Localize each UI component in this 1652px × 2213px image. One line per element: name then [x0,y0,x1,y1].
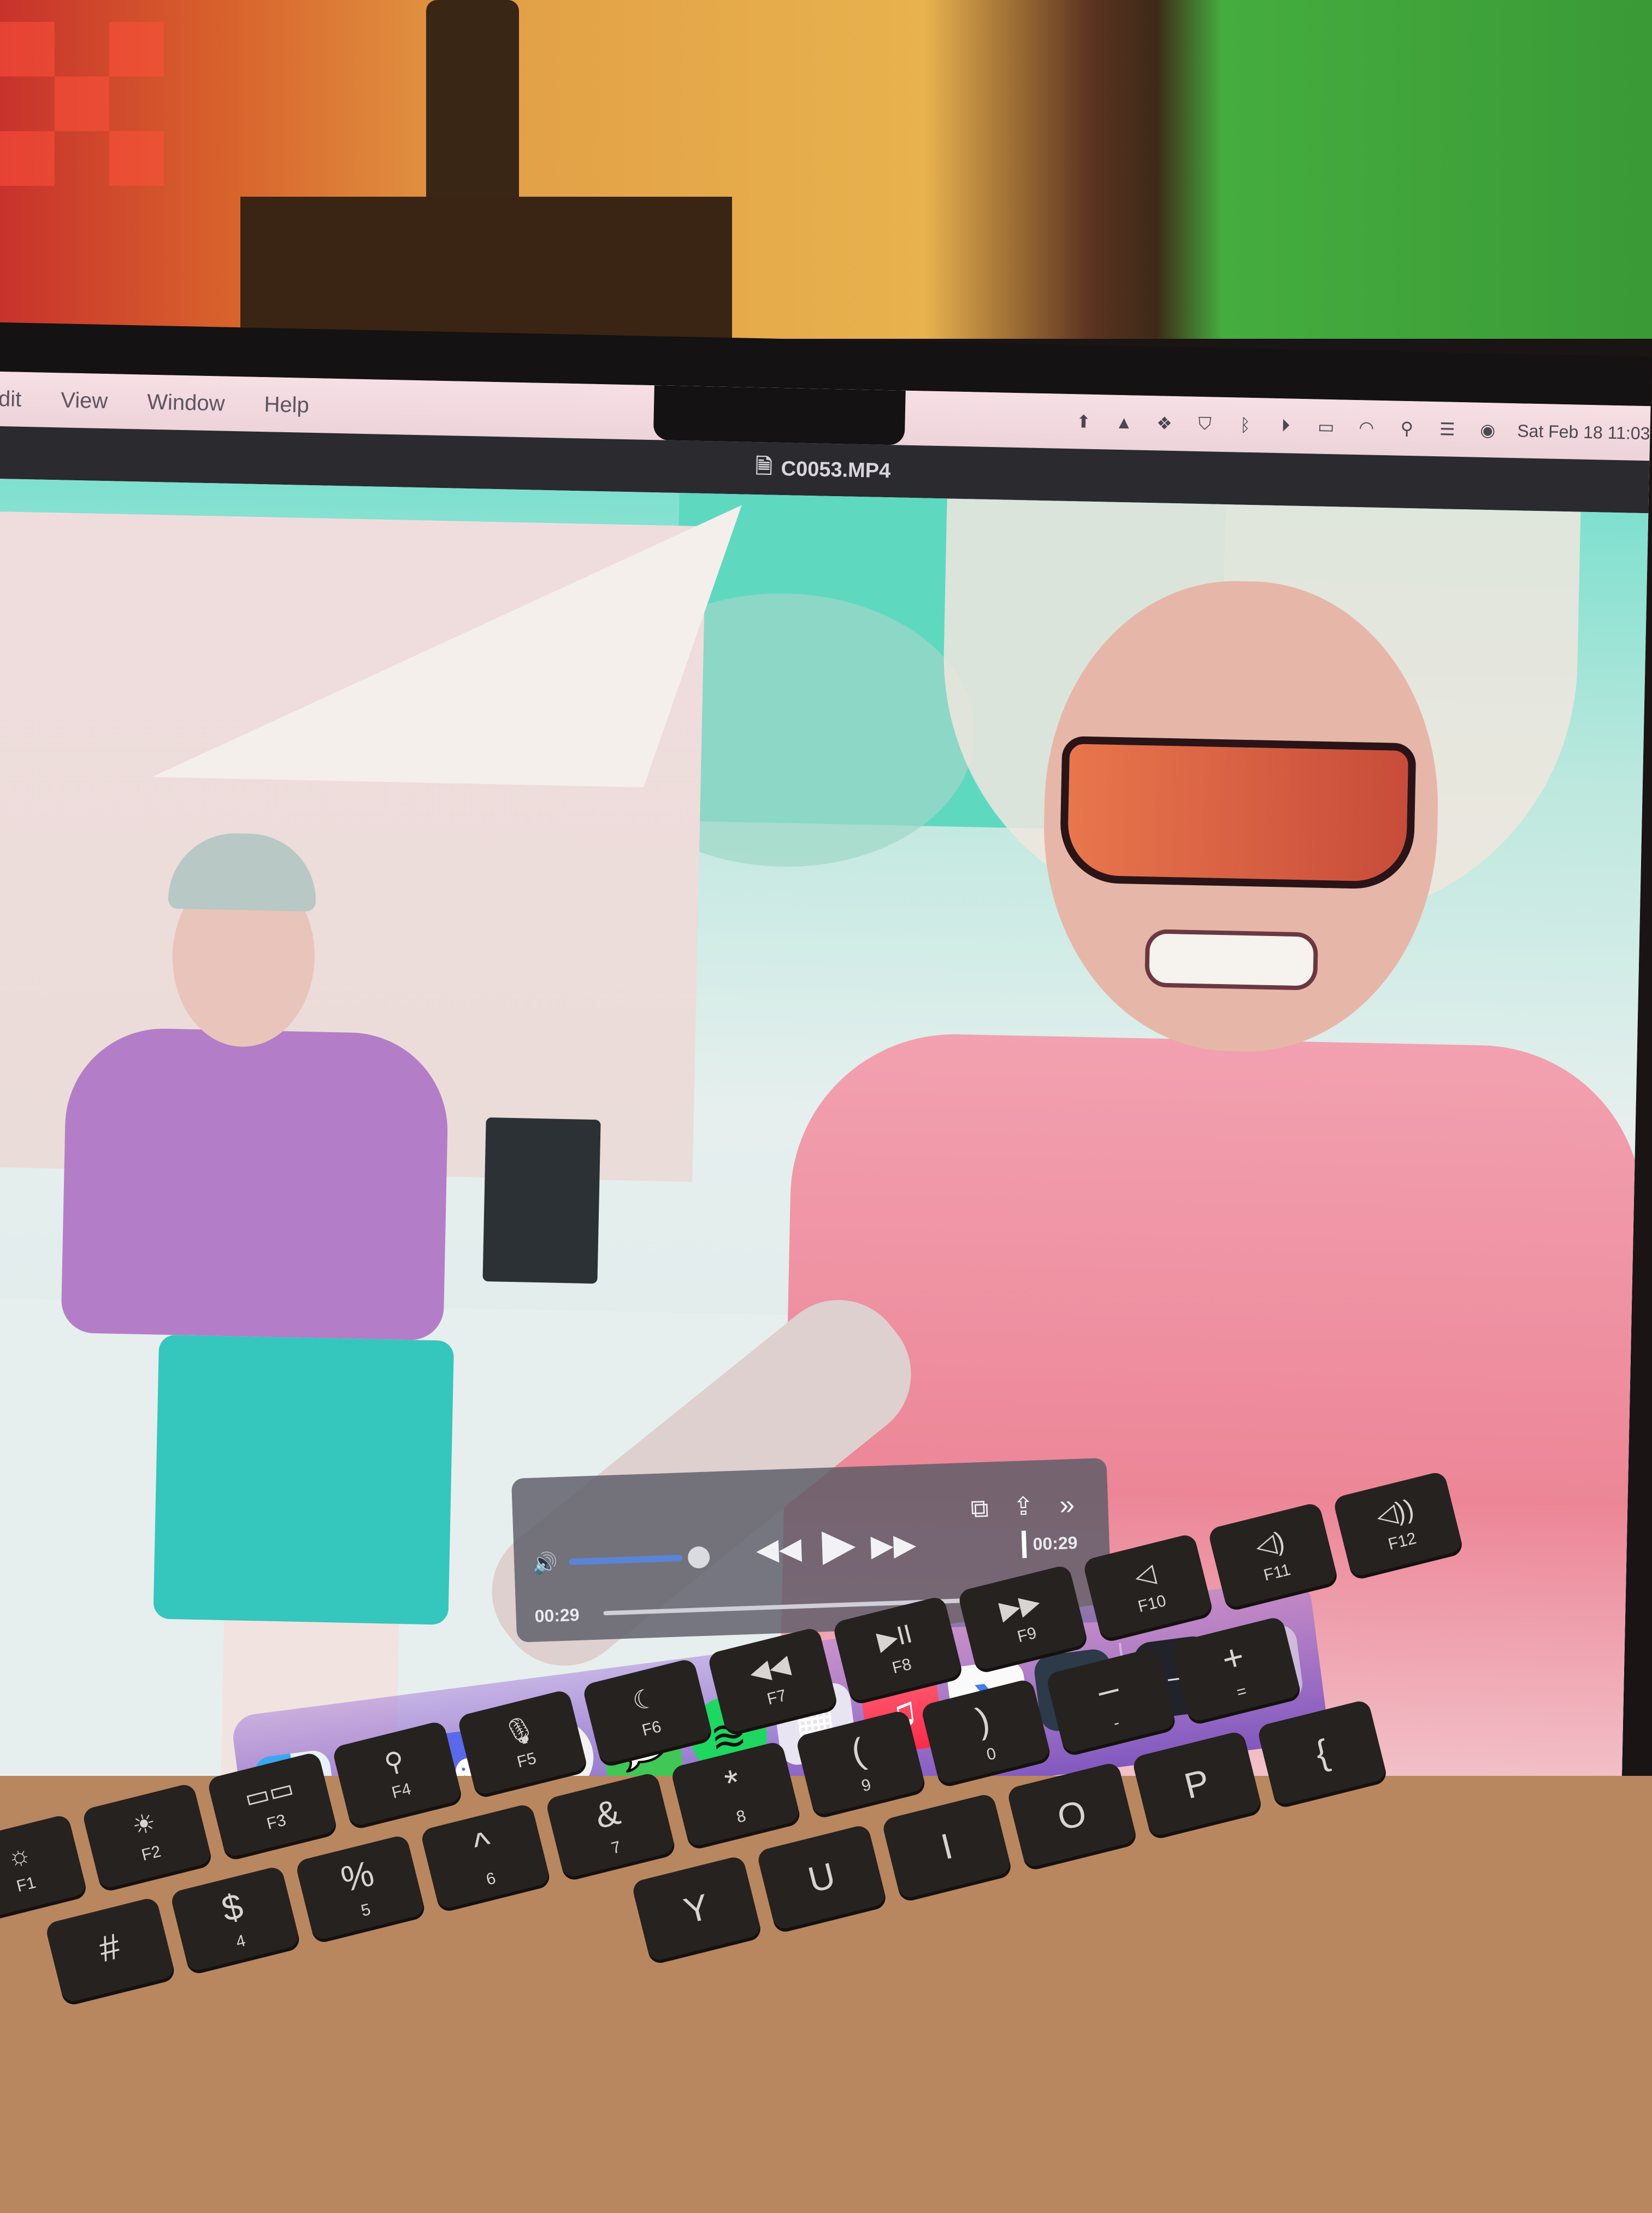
key-8[interactable]: * 8 [670,1740,801,1848]
key-minus[interactable]: – - [1045,1646,1177,1755]
wall-tile [0,131,55,186]
siri-icon[interactable]: ◉ [1477,419,1499,442]
playhead[interactable] [1021,1531,1027,1558]
sunglasses [1059,735,1417,890]
roof [152,495,742,787]
wall-tile [0,22,55,76]
play-circle-icon[interactable]: ⏵ [1275,415,1297,437]
person-left-shorts [153,1334,455,1625]
wifi-icon[interactable]: ◠ [1355,416,1378,439]
wall-tile [55,76,109,131]
trash-bin [482,1117,601,1284]
cloud-sync-icon[interactable]: ⬆ [1072,410,1095,433]
shield-icon[interactable]: ⛉ [1194,413,1216,435]
time-elapsed: 00:29 [534,1604,580,1626]
volume-knob[interactable] [687,1546,710,1569]
menu-edit[interactable]: dit [0,386,42,412]
search-icon[interactable]: ⚲ [1396,417,1418,440]
key-i[interactable]: I [881,1792,1012,1900]
key-y[interactable]: Y [630,1855,762,1963]
picture-in-picture-icon[interactable]: ⧉ [960,1489,999,1528]
key-5[interactable]: % 5 [294,1834,426,1941]
volume-slider[interactable] [569,1555,683,1565]
camera-notch [653,385,906,445]
key-9[interactable]: (9 [795,1709,927,1817]
key-f1[interactable]: ☼ F1 [0,1814,88,1921]
fast-forward-icon[interactable]: ▶▶ [868,1519,919,1570]
key-left-brace[interactable]: { [1256,1699,1388,1806]
shelf-silhouette [240,197,732,339]
key-6[interactable]: ^ 6 [420,1803,551,1910]
wall-tile [109,131,164,186]
key-3[interactable]: # [44,1896,176,2004]
menubar-clock[interactable]: Sat Feb 18 11:03 [1517,421,1650,444]
menu-help[interactable]: Help [244,392,329,418]
key-7[interactable]: & 7 [545,1771,676,1879]
menu-window[interactable]: Window [127,389,245,416]
wall-tile [109,22,164,76]
window-title: C0053.MP4 [781,457,891,482]
document-icon: 🗎 [755,455,773,479]
volume-icon[interactable]: 🔊 [528,1547,562,1581]
key-u[interactable]: U [756,1823,887,1931]
drive-icon[interactable]: ▲ [1113,411,1135,434]
time-remaining: 00:29 [1032,1532,1078,1554]
play-icon[interactable]: ▶ [807,1510,870,1578]
room-background [0,0,1652,339]
key-4[interactable]: $4 [169,1865,301,1973]
battery-icon[interactable]: ▭ [1315,415,1337,438]
key-equals[interactable]: + = [1170,1615,1302,1723]
more-icon[interactable]: » [1047,1485,1087,1524]
rewind-icon[interactable]: ◀◀ [753,1523,804,1574]
key-o[interactable]: O [1006,1761,1137,1869]
control-center-icon[interactable]: ☰ [1436,418,1459,440]
person-left-sweater [61,1026,450,1341]
lamp-silhouette [426,0,519,208]
bluetooth-icon[interactable]: ᛒ [1234,414,1256,436]
key-0[interactable]: ) 0 [920,1678,1052,1786]
share-icon[interactable]: ⇪ [1004,1486,1043,1526]
dropbox-icon[interactable]: ❖ [1153,412,1176,434]
menu-view[interactable]: View [41,387,128,414]
mouth [1144,929,1319,991]
key-p[interactable]: P [1131,1730,1262,1838]
